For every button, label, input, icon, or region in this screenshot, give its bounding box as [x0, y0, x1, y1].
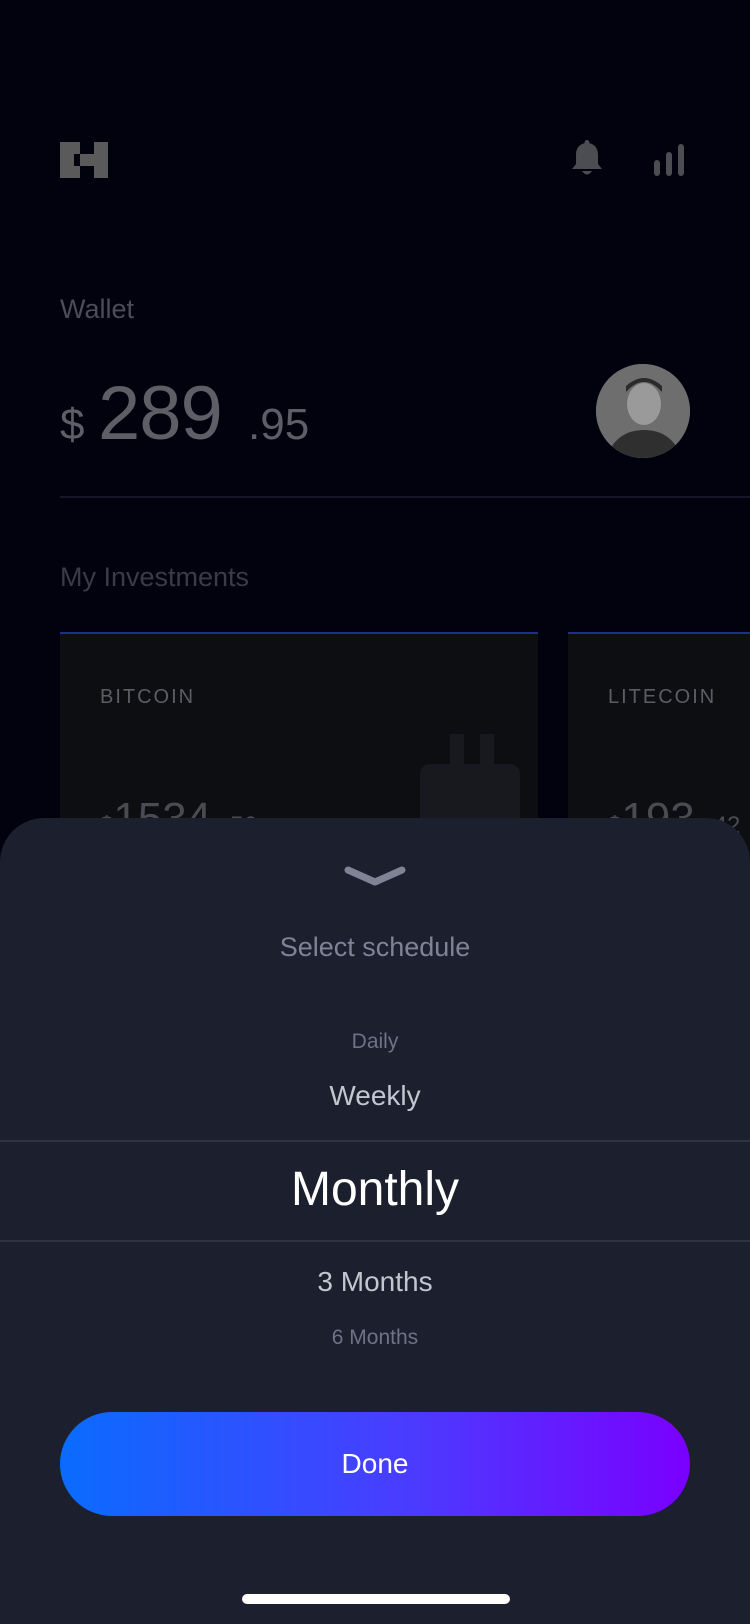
avatar[interactable]: [596, 364, 690, 458]
coin-name: LITECOIN: [608, 686, 717, 708]
wallet-label: Wallet: [60, 294, 135, 324]
done-button[interactable]: Done: [60, 1412, 690, 1516]
balance-decimal: .95: [248, 400, 310, 449]
brand-logo-icon: [60, 142, 108, 178]
schedule-option-daily[interactable]: Daily: [0, 1030, 750, 1054]
chevron-down-icon[interactable]: [344, 864, 406, 888]
schedule-option-weekly[interactable]: Weekly: [0, 1080, 750, 1112]
investments-label: My Investments: [60, 562, 250, 592]
picker-selection-bottom-line: [0, 1240, 750, 1242]
schedule-option-monthly-selected[interactable]: Monthly: [0, 1162, 750, 1217]
home-indicator[interactable]: [242, 1594, 510, 1604]
schedule-option-3-months[interactable]: 3 Months: [0, 1266, 750, 1298]
balance-currency: $: [60, 400, 85, 449]
sheet-title: Select schedule: [279, 932, 471, 962]
schedule-bottom-sheet: Select schedule Daily Weekly Monthly 3 M…: [0, 818, 750, 1624]
balance-integer: 289: [98, 371, 223, 456]
signal-bars-icon[interactable]: [652, 144, 686, 176]
picker-selection-top-line: [0, 1140, 750, 1142]
schedule-option-6-months[interactable]: 6 Months: [0, 1326, 750, 1350]
coin-name: BITCOIN: [100, 686, 196, 708]
bell-icon[interactable]: [570, 140, 604, 178]
divider: [60, 496, 750, 498]
